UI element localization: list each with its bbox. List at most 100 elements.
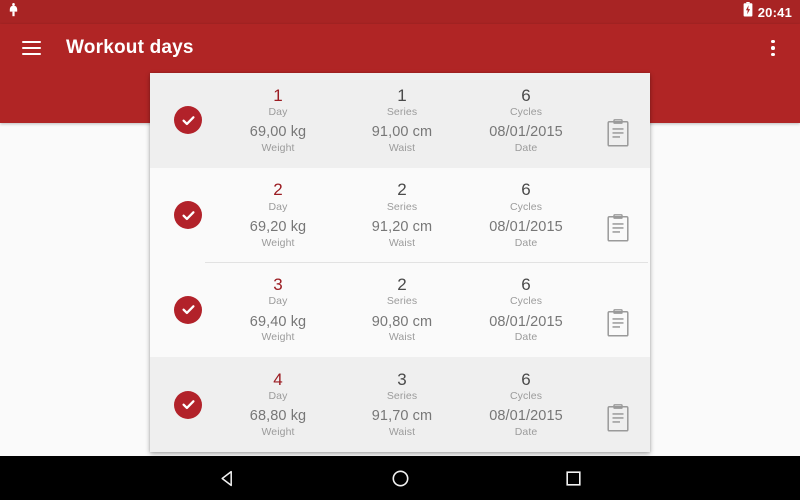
- day-metric: 3 Day: [216, 275, 340, 308]
- day-value: 1: [273, 85, 283, 105]
- table-row[interactable]: 2 Day 2 Series 6 Cycles 69,20 kg Weight …: [150, 167, 650, 263]
- cycles-metric: 6 Cycles: [464, 369, 588, 403]
- battery-charging-icon: [743, 2, 753, 22]
- waist-metric: 90,80 cm Waist: [340, 314, 464, 344]
- series-value: 2: [397, 275, 407, 295]
- cycles-value: 6: [521, 275, 531, 295]
- cycles-value: 6: [521, 85, 531, 105]
- cycles-label: Cycles: [509, 295, 543, 308]
- table-row[interactable]: 1 Day 1 Series 6 Cycles 69,00 kg Weight …: [150, 73, 650, 168]
- date-value: 08/01/2015: [489, 408, 563, 425]
- page-title: Workout days: [66, 37, 194, 58]
- day-metric: 2 Day: [216, 180, 340, 213]
- cycles-metric: 6 Cycles: [464, 180, 588, 213]
- series-value: 2: [397, 180, 407, 200]
- cycles-label: Cycles: [509, 390, 543, 403]
- waist-value: 91,00 cm: [371, 124, 433, 141]
- day-metric: 4 Day: [216, 369, 340, 403]
- check-circle-icon[interactable]: [174, 390, 202, 419]
- day-metric: 1 Day: [216, 85, 340, 119]
- weight-label: Weight: [261, 236, 295, 249]
- weight-label: Weight: [261, 331, 295, 344]
- weight-metric: 68,80 kg Weight: [216, 409, 340, 438]
- clipboard-note-icon[interactable]: [592, 168, 644, 263]
- weight-value: 68,80 kg: [249, 408, 307, 425]
- row-metrics: 2 Day 2 Series 6 Cycles 69,20 kg Weight …: [216, 180, 592, 249]
- row-check-cell[interactable]: [160, 295, 216, 324]
- status-bar-clock: 20:41: [757, 4, 792, 20]
- day-value: 4: [273, 369, 283, 389]
- row-check-cell[interactable]: [160, 201, 216, 230]
- clipboard-note-icon[interactable]: [592, 357, 644, 452]
- back-triangle-icon[interactable]: [203, 456, 251, 500]
- row-metrics-line-2: 69,00 kg Weight 91,00 cm Waist 08/01/201…: [216, 125, 588, 154]
- cycles-metric: 6 Cycles: [464, 85, 588, 119]
- date-label: Date: [514, 236, 538, 249]
- app-bar-inner: Workout days: [0, 24, 800, 72]
- series-metric: 2 Series: [340, 180, 464, 213]
- weight-label: Weight: [261, 141, 295, 154]
- row-metrics-line-2: 68,80 kg Weight 91,70 cm Waist 08/01/201…: [216, 409, 588, 438]
- waist-value: 91,20 cm: [371, 218, 433, 235]
- cycles-value: 6: [521, 369, 531, 389]
- day-label: Day: [268, 200, 288, 213]
- overflow-menu-icon[interactable]: [756, 31, 790, 65]
- weight-metric: 69,00 kg Weight: [216, 125, 340, 154]
- cycles-label: Cycles: [509, 200, 543, 213]
- waist-label: Waist: [388, 331, 416, 344]
- day-label: Day: [268, 105, 288, 118]
- weight-label: Weight: [261, 426, 295, 439]
- status-bar-left: [8, 2, 19, 22]
- row-metrics: 1 Day 1 Series 6 Cycles 69,00 kg Weight …: [216, 85, 592, 155]
- clipboard-note-icon[interactable]: [592, 73, 644, 168]
- row-metrics-line-1: 2 Day 2 Series 6 Cycles: [216, 180, 588, 213]
- series-metric: 2 Series: [340, 275, 464, 308]
- table-row[interactable]: 4 Day 3 Series 6 Cycles 68,80 kg Weight …: [150, 357, 650, 452]
- recents-square-icon[interactable]: [549, 456, 597, 500]
- series-label: Series: [386, 295, 418, 308]
- clipboard-note-icon[interactable]: [592, 263, 644, 358]
- date-label: Date: [514, 141, 538, 154]
- waist-metric: 91,20 cm Waist: [340, 218, 464, 249]
- waist-label: Waist: [388, 141, 416, 154]
- cycles-label: Cycles: [509, 105, 543, 118]
- notification-dot-icon: [8, 2, 19, 22]
- table-row[interactable]: 3 Day 2 Series 6 Cycles 69,40 kg Weight …: [150, 262, 650, 358]
- day-label: Day: [268, 295, 288, 308]
- android-navigation-bar: [0, 456, 800, 500]
- workout-days-card: 1 Day 1 Series 6 Cycles 69,00 kg Weight …: [150, 73, 650, 452]
- cycles-value: 6: [521, 180, 531, 200]
- waist-value: 91,70 cm: [371, 408, 433, 425]
- app-screen: 20:41 Workout days 1 Day 1 Series 6 Cycl…: [0, 0, 800, 500]
- date-value: 08/01/2015: [489, 313, 563, 330]
- row-check-cell[interactable]: [160, 106, 216, 135]
- check-circle-icon[interactable]: [174, 295, 202, 324]
- date-label: Date: [514, 331, 538, 344]
- cycles-metric: 6 Cycles: [464, 275, 588, 308]
- date-value: 08/01/2015: [489, 124, 563, 141]
- series-label: Series: [386, 200, 418, 213]
- status-bar-right: 20:41: [743, 2, 792, 22]
- row-check-cell[interactable]: [160, 390, 216, 419]
- waist-metric: 91,00 cm Waist: [340, 125, 464, 154]
- row-metrics-line-1: 3 Day 2 Series 6 Cycles: [216, 275, 588, 308]
- check-circle-icon[interactable]: [174, 106, 202, 135]
- row-metrics: 3 Day 2 Series 6 Cycles 69,40 kg Weight …: [216, 275, 592, 344]
- series-label: Series: [386, 105, 418, 118]
- day-value: 2: [273, 180, 283, 200]
- waist-label: Waist: [388, 426, 416, 439]
- hamburger-menu-icon[interactable]: [14, 31, 48, 65]
- date-label: Date: [514, 426, 538, 439]
- date-metric: 08/01/2015 Date: [464, 219, 588, 249]
- weight-value: 69,20 kg: [249, 218, 307, 235]
- row-metrics-line-1: 4 Day 3 Series 6 Cycles: [216, 369, 588, 403]
- series-label: Series: [386, 390, 418, 403]
- series-value: 3: [397, 369, 407, 389]
- home-circle-icon[interactable]: [376, 456, 424, 500]
- weight-metric: 69,40 kg Weight: [216, 314, 340, 344]
- weight-value: 69,00 kg: [249, 124, 307, 141]
- row-metrics-line-1: 1 Day 1 Series 6 Cycles: [216, 85, 588, 119]
- day-value: 3: [273, 275, 283, 295]
- row-metrics: 4 Day 3 Series 6 Cycles 68,80 kg Weight …: [216, 369, 592, 439]
- check-circle-icon[interactable]: [174, 201, 202, 230]
